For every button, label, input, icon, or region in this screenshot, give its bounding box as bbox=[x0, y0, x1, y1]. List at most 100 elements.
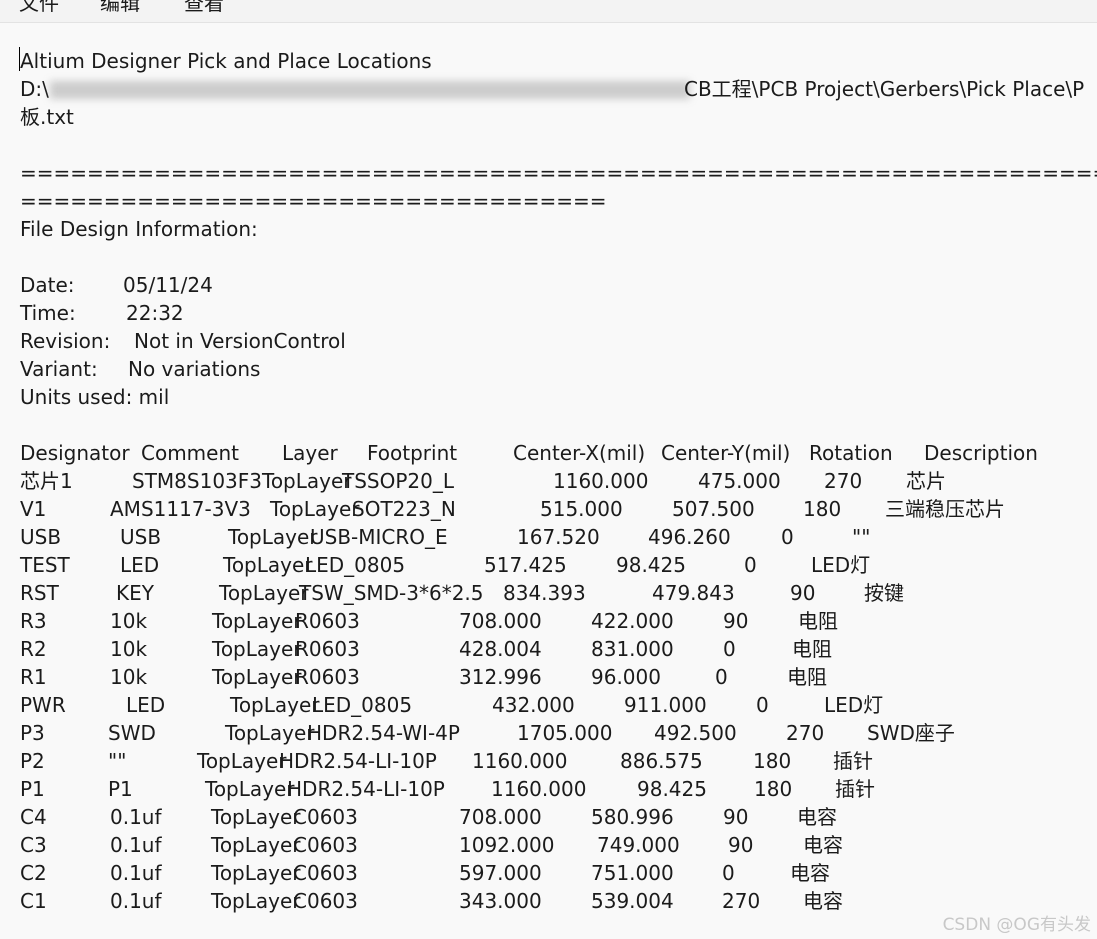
cell-center-x-mil: 167.520 bbox=[517, 525, 600, 549]
cell-designator: Designator bbox=[20, 441, 130, 465]
cell-rotation: 180 bbox=[754, 777, 793, 801]
cell-rotation: 90 bbox=[723, 609, 749, 633]
menu-file[interactable]: 文件 bbox=[19, 0, 59, 18]
cell-footprint: R0603 bbox=[295, 665, 360, 689]
file-path-start: D:\ bbox=[20, 77, 49, 101]
cell-rotation: Rotation bbox=[809, 441, 893, 465]
table-row: 芯片1 STM8S103F3 TopLayer TSSOP20_L 1160.000 47… bbox=[20, 467, 1097, 495]
table-header: Designator Comment Layer Footprint Center-X(… bbox=[20, 439, 1097, 467]
cell-layer: TopLayer bbox=[212, 609, 302, 633]
cell-comment: 10k bbox=[110, 609, 148, 633]
cell-description: 芯片 bbox=[906, 469, 946, 493]
cell-center-y-mil: 751.000 bbox=[591, 861, 674, 885]
cell-designator: R1 bbox=[20, 665, 47, 689]
cell-designator: PWR bbox=[20, 693, 66, 717]
cell-center-x-mil: 1092.000 bbox=[459, 833, 555, 857]
table-row: RST KEY TopLayer TSW_SMD-3*6*2.5 834.393 479.… bbox=[20, 579, 1097, 607]
text-editor[interactable]: Altium Designer Pick and Place Locations… bbox=[0, 23, 1097, 939]
table-row: R1 10k TopLayer R0603 312.996 96.000 0 电阻 bbox=[20, 663, 1097, 691]
table-row: R3 10k TopLayer R0603 708.000 422.000 90 电阻 bbox=[20, 607, 1097, 635]
cell-layer: TopLayer bbox=[211, 861, 301, 885]
menu-bar: 文件 编辑 查看 bbox=[0, 0, 1097, 23]
cell-center-y-mil: 98.425 bbox=[637, 777, 707, 801]
separator-line-2: =================================== bbox=[20, 189, 607, 213]
cell-center-y-mil: 749.000 bbox=[597, 833, 680, 857]
menu-view[interactable]: 查看 bbox=[184, 0, 224, 18]
info-revision: Revision: Not in VersionControl bbox=[20, 327, 520, 355]
cell-layer: TopLayer bbox=[211, 833, 301, 857]
cell-center-y-mil: 539.004 bbox=[591, 889, 674, 913]
cell-center-y-mil: 831.000 bbox=[591, 637, 674, 661]
cell-comment: 10k bbox=[110, 665, 148, 689]
cell-comment: USB bbox=[120, 525, 162, 549]
date-label: Date: bbox=[20, 273, 75, 297]
cell-center-x-mil: 1160.000 bbox=[472, 749, 568, 773]
cell-description: LED灯 bbox=[824, 693, 884, 717]
info-units: Units used: mil bbox=[20, 385, 170, 409]
cell-rotation: 180 bbox=[803, 497, 842, 521]
cell-layer: TopLayer bbox=[205, 777, 295, 801]
cell-designator: C4 bbox=[20, 805, 47, 829]
revision-value: Not in VersionControl bbox=[134, 329, 346, 353]
cell-footprint: TSSOP20_L bbox=[342, 469, 455, 493]
cell-rotation: 90 bbox=[723, 805, 749, 829]
cell-designator: RST bbox=[20, 581, 59, 605]
cell-center-y-mil: 492.500 bbox=[654, 721, 737, 745]
cell-description: 电容 bbox=[803, 833, 843, 857]
cell-rotation: 90 bbox=[728, 833, 754, 857]
cell-designator: C2 bbox=[20, 861, 47, 885]
cell-center-x-mil: 1160.000 bbox=[491, 777, 587, 801]
cell-center-x-mil: 517.425 bbox=[484, 553, 567, 577]
redacted-path bbox=[50, 81, 690, 99]
cell-footprint: C0603 bbox=[293, 861, 358, 885]
cell-footprint: USB-MICRO_E bbox=[310, 525, 448, 549]
cell-center-x-mil: 708.000 bbox=[459, 805, 542, 829]
cell-center-x-mil: 515.000 bbox=[540, 497, 623, 521]
cell-rotation: 270 bbox=[824, 469, 863, 493]
cell-center-y-mil: 479.843 bbox=[652, 581, 735, 605]
cell-rotation: 180 bbox=[753, 749, 792, 773]
table-row: C2 0.1uf TopLayer C0603 597.000 751.000 0 电容 bbox=[20, 859, 1097, 887]
cell-center-x-mil: 428.004 bbox=[459, 637, 542, 661]
cell-designator: C1 bbox=[20, 889, 47, 913]
notepad-window: 文件 编辑 查看 Altium Designer Pick and Place … bbox=[0, 0, 1097, 939]
cell-designator: R2 bbox=[20, 637, 47, 661]
cell-designator: P1 bbox=[20, 777, 45, 801]
cell-rotation: 0 bbox=[781, 525, 794, 549]
csdn-watermark: CSDN @OG有头发 bbox=[942, 915, 1091, 935]
cell-designator: TEST bbox=[20, 553, 70, 577]
cell-description: LED灯 bbox=[811, 553, 871, 577]
cell-description: SWD座子 bbox=[867, 721, 955, 745]
cell-description: 插针 bbox=[833, 749, 873, 773]
table-row: PWR LED TopLayer LED_0805 432.000 911.000 0 LED… bbox=[20, 691, 1097, 719]
cell-layer: TopLayer bbox=[211, 805, 301, 829]
cell-layer: TopLayer bbox=[211, 889, 301, 913]
cell-center-x-mil: 708.000 bbox=[459, 609, 542, 633]
cell-footprint: C0603 bbox=[293, 889, 358, 913]
table-row: V1 AMS1117-3V3 TopLayer SOT223_N 515.000 507.… bbox=[20, 495, 1097, 523]
cell-center-y-mil: 496.260 bbox=[648, 525, 731, 549]
cell-center-x-mil: 312.996 bbox=[459, 665, 542, 689]
cell-layer: TopLayer bbox=[225, 721, 315, 745]
cell-center-x-mil: 1705.000 bbox=[517, 721, 613, 745]
table-row: C4 0.1uf TopLayer C0603 708.000 580.996 90 电容 bbox=[20, 803, 1097, 831]
cell-footprint: LED_0805 bbox=[305, 553, 406, 577]
cell-rotation: 0 bbox=[744, 553, 757, 577]
cell-center-y-mil: 580.996 bbox=[591, 805, 674, 829]
cell-rotation: 0 bbox=[715, 665, 728, 689]
cell-center-y-mil: 422.000 bbox=[591, 609, 674, 633]
time-label: Time: bbox=[20, 301, 76, 325]
cell-description: Description bbox=[924, 441, 1038, 465]
cell-rotation: 270 bbox=[786, 721, 825, 745]
cell-comment: LED bbox=[126, 693, 166, 717]
cell-footprint: HDR2.54-LI-10P bbox=[279, 749, 437, 773]
cell-center-x-mil: 834.393 bbox=[503, 581, 586, 605]
cell-rotation: 90 bbox=[790, 581, 816, 605]
cell-center-x-mil: 432.000 bbox=[492, 693, 575, 717]
cell-footprint: R0603 bbox=[295, 609, 360, 633]
cell-footprint: LED_0805 bbox=[312, 693, 413, 717]
menu-edit[interactable]: 编辑 bbox=[100, 0, 140, 18]
cell-footprint: HDR2.54-WI-4P bbox=[307, 721, 460, 745]
cell-rotation: 270 bbox=[722, 889, 761, 913]
file-path-line: D:\ CB工程\PCB Project\Gerbers\Pick Place\… bbox=[20, 75, 1097, 103]
